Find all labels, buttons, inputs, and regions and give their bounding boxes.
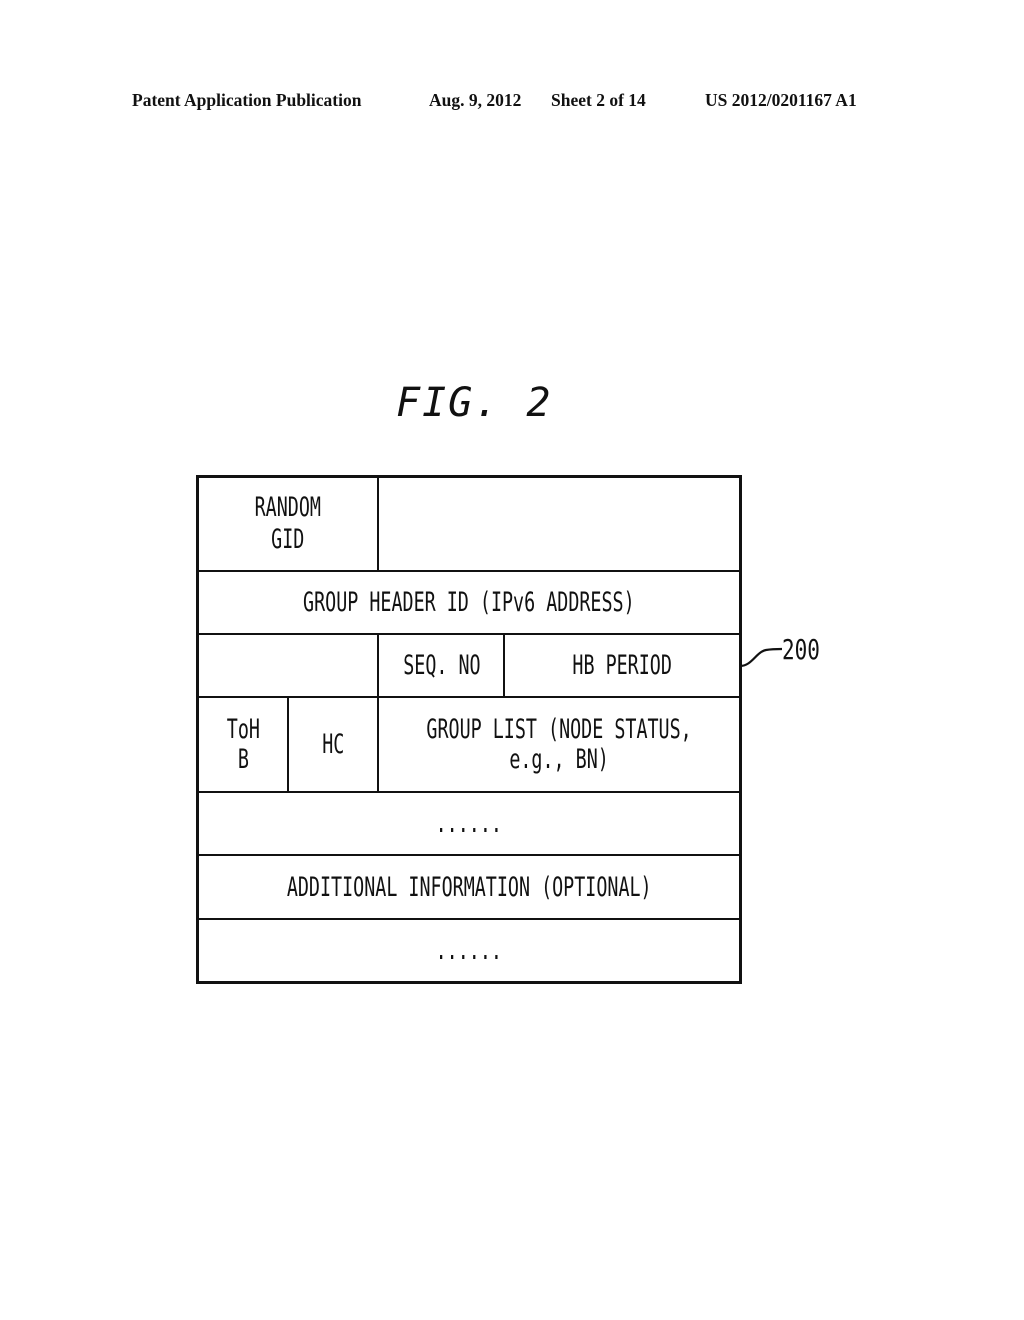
field-blank (198, 635, 378, 697)
field-ellipsis: ...... (435, 935, 503, 966)
publication-date: Aug. 9, 2012 (429, 90, 522, 110)
field-group-list: GROUP LIST (NODE STATUS, e.g., BN) (426, 714, 693, 775)
reference-numeral: 200 (782, 633, 820, 666)
field-random-gid: RANDOM GID (254, 492, 322, 555)
figure-title: FIG. 2 (396, 380, 553, 426)
publication-label: Patent Application Publication (132, 90, 362, 110)
reference-leader-line (739, 647, 783, 668)
field-seq-no: SEQ. NO (402, 650, 481, 681)
field-hc: HC (322, 729, 345, 760)
patent-number: US 2012/0201167 A1 (705, 90, 857, 110)
field-additional-information: ADDITIONAL INFORMATION (OPTIONAL) (286, 871, 652, 903)
field-ellipsis: ...... (435, 808, 503, 839)
field-reserved (379, 477, 740, 571)
field-group-header-id: GROUP HEADER ID (IPv6 ADDRESS) (303, 587, 635, 618)
field-hb-period: HB PERIOD (572, 650, 673, 681)
field-tohb: ToH B (226, 714, 260, 775)
sheet-number: Sheet 2 of 14 (551, 90, 646, 110)
